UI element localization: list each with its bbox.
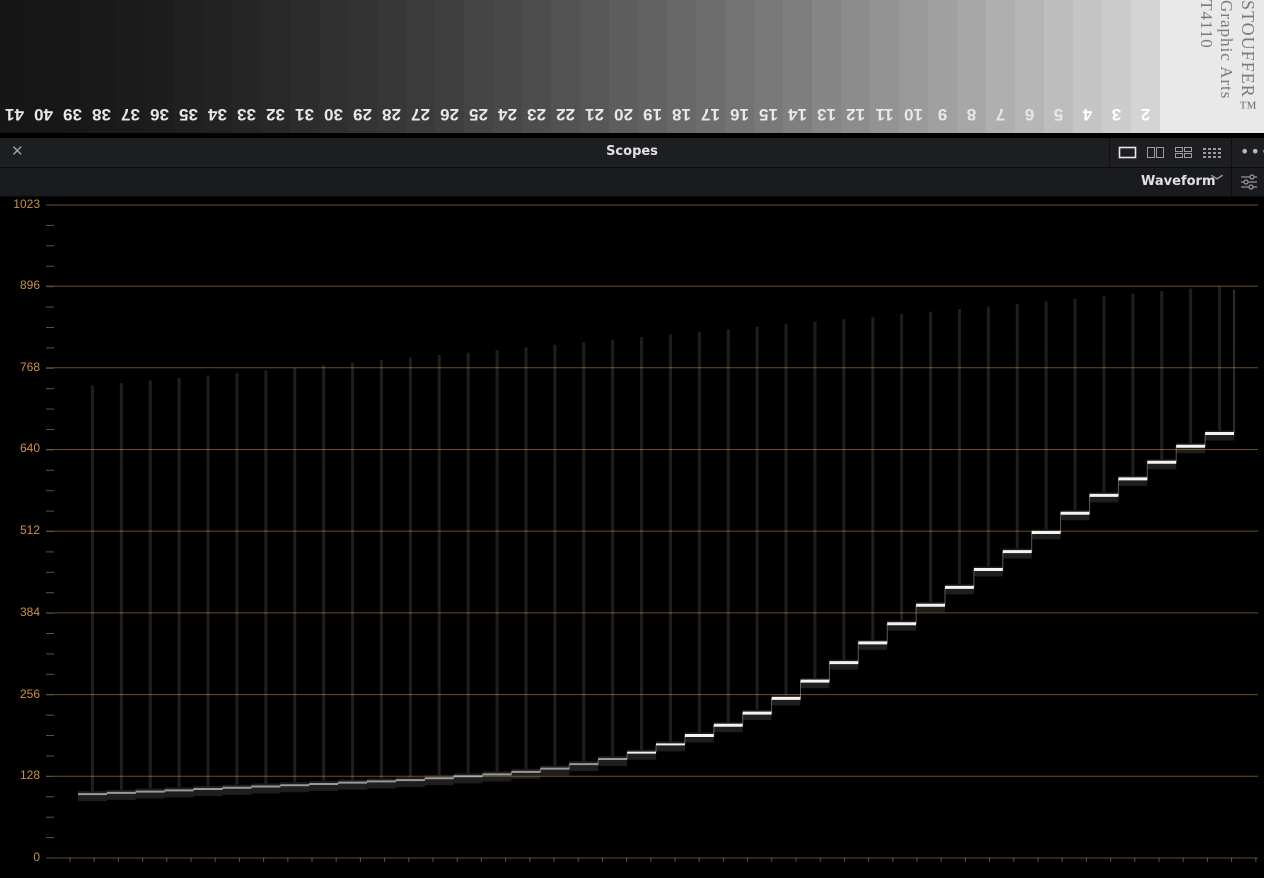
- wedge-step-number: 18: [672, 105, 691, 124]
- scope-type-dropdown[interactable]: Waveform ﹀: [1134, 172, 1230, 192]
- wedge-step-number: 17: [701, 105, 720, 124]
- single-view-icon[interactable]: [1117, 144, 1139, 161]
- settings-sliders-icon[interactable]: [1239, 172, 1259, 192]
- waveform-step-glow: [771, 695, 801, 706]
- wedge-step-number: 32: [266, 105, 285, 124]
- waveform-step-glow: [309, 780, 339, 791]
- waveform-step-glow: [511, 768, 541, 779]
- wedge-step-number: 11: [875, 105, 894, 124]
- waveform-plot: [46, 204, 1258, 862]
- wedge-step-number: 21: [585, 105, 604, 124]
- wedge-step-number: 16: [730, 105, 749, 124]
- wedge-step-number: 7: [995, 105, 1006, 124]
- waveform-step-glow: [453, 773, 483, 784]
- waveform-step-glow: [222, 784, 252, 795]
- wedge-step-number: 38: [92, 105, 111, 124]
- waveform-step-glow: [482, 771, 512, 782]
- waveform-step-glow: [106, 789, 136, 800]
- wedge-step-number: 4: [1082, 105, 1093, 124]
- divider: [1109, 138, 1110, 167]
- dual-view-icon[interactable]: [1145, 144, 1167, 161]
- waveform-step-glow: [627, 749, 656, 760]
- waveform-step-glow: [280, 782, 310, 793]
- wedge-step-number: 10: [904, 105, 923, 124]
- wedge-step-number: 36: [150, 105, 169, 124]
- waveform-scope[interactable]: 1023 896 768 640 512 384 256 128 0: [0, 197, 1264, 878]
- wedge-step-number: 5: [1053, 105, 1064, 124]
- wedge-step-number: 14: [788, 105, 807, 124]
- wedge-step-number: 23: [527, 105, 546, 124]
- y-tick-label: 0: [33, 850, 40, 864]
- chevron-down-icon: ﹀: [1211, 174, 1224, 188]
- y-tick-label: 128: [19, 768, 40, 783]
- wedge-step-number: 20: [614, 105, 633, 124]
- wedge-step-number: 30: [324, 105, 343, 124]
- wedge-step-number: 29: [353, 105, 372, 124]
- wedge-step-number: 12: [846, 105, 865, 124]
- waveform-step-glow: [135, 788, 165, 799]
- waveform-step-glow: [164, 787, 194, 798]
- waveform-step-glow: [251, 783, 281, 794]
- wedge-step-number: 34: [208, 105, 227, 124]
- divider: [1231, 138, 1232, 167]
- scope-type-label: Waveform: [1141, 174, 1216, 189]
- scopes-title-bar: ✕ Scopes •••: [0, 138, 1264, 168]
- more-options-icon[interactable]: •••: [1240, 142, 1264, 161]
- y-tick-label: 1023: [13, 197, 40, 211]
- wedge-step-number: 22: [556, 105, 575, 124]
- wedge-step-number: 3: [1111, 105, 1122, 124]
- divider: [1231, 168, 1232, 196]
- scopes-toolbar: Waveform ﹀: [0, 168, 1264, 197]
- y-tick-label: 768: [19, 359, 40, 374]
- wedge-step-number: 35: [179, 105, 198, 124]
- wedge-step-number: 37: [121, 105, 140, 124]
- wedge-step-number: 41: [5, 105, 24, 124]
- waveform-step-glow: [193, 786, 223, 797]
- y-tick-label: 640: [19, 441, 40, 456]
- wedge-step-number: 33: [237, 105, 256, 124]
- waveform-step-glow: [424, 775, 454, 786]
- wedge-step-number: 26: [440, 105, 459, 124]
- wedge-step-number: 15: [759, 105, 778, 124]
- wedge-step-number: 40: [34, 105, 53, 124]
- wedge-subtitle: Graphic Arts: [1217, 0, 1236, 100]
- waveform-step-glow: [78, 791, 107, 802]
- y-tick-label: 256: [19, 686, 40, 701]
- wedge-step-number: 25: [469, 105, 488, 124]
- waveform-step-glow: [656, 741, 685, 752]
- wedge-step-number: 27: [411, 105, 430, 124]
- wedge-step-number: 6: [1024, 105, 1035, 124]
- wedge-step-number: 39: [63, 105, 82, 124]
- waveform-step-glow: [367, 778, 396, 789]
- waveform-step-glow: [338, 779, 367, 790]
- grid-view-icon[interactable]: [1201, 144, 1223, 161]
- waveform-step-glow: [395, 777, 425, 788]
- wedge-model: T4110: [1197, 0, 1216, 49]
- y-tick-label: 512: [19, 523, 40, 538]
- wedge-step-number: 2: [1140, 105, 1151, 124]
- step-wedge-strip: 41 40 39 38 37 36 35 34 33 32 31 30 29 28 27 26 25 24 23 22…: [0, 0, 1264, 133]
- wedge-step-number: 8: [966, 105, 977, 124]
- wedge-brand: STOUFFER™: [1238, 0, 1258, 119]
- quad-view-icon[interactable]: [1173, 144, 1195, 161]
- wedge-step-number: 31: [295, 105, 314, 124]
- waveform-step-glow: [569, 761, 599, 772]
- y-tick-label: 896: [19, 278, 40, 293]
- wedge-step-number: 13: [817, 105, 836, 124]
- wedge-step-number: 28: [382, 105, 401, 124]
- wedge-step-number: 9: [937, 105, 948, 124]
- waveform-step-glow: [540, 765, 570, 776]
- wedge-step-number: 19: [643, 105, 662, 124]
- waveform-step-glow: [1205, 430, 1234, 441]
- y-tick-label: 384: [19, 604, 40, 619]
- waveform-step-glow: [598, 756, 628, 767]
- wedge-step-number: 24: [498, 105, 517, 124]
- panel-title: Scopes: [606, 144, 658, 159]
